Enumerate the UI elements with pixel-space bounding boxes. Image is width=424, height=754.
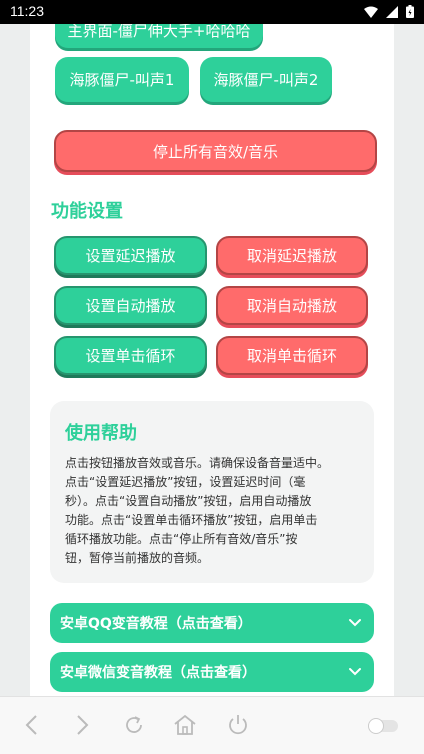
chevron-down-icon bbox=[349, 619, 361, 627]
status-time: 11:23 bbox=[10, 3, 44, 19]
set-auto-button[interactable]: 设置自动播放 bbox=[54, 286, 207, 325]
set-delay-button[interactable]: 设置延迟播放 bbox=[54, 236, 207, 275]
home-icon[interactable] bbox=[172, 713, 198, 737]
stop-all-button[interactable]: 停止所有音效/音乐 bbox=[54, 130, 377, 172]
power-icon[interactable] bbox=[226, 713, 250, 737]
help-body: 点击按钮播放音效或音乐。请确保设备音量适中。 点击“设置延迟播放”按钮，设置延迟… bbox=[65, 454, 361, 568]
chevron-down-icon bbox=[349, 668, 361, 676]
help-line: 功能。点击“设置单击循环播放”按钮，启用单击 bbox=[65, 513, 318, 527]
dolphin-sound-2-button[interactable]: 海豚僵尸-叫声2 bbox=[200, 57, 332, 102]
help-line: 点击按钮播放音效或音乐。请确保设备音量适中。 bbox=[65, 456, 330, 470]
cancel-auto-button[interactable]: 取消自动播放 bbox=[216, 286, 368, 325]
help-title: 使用帮助 bbox=[65, 423, 137, 444]
help-card: 使用帮助 点击按钮播放音效或音乐。请确保设备音量适中。 点击“设置延迟播放”按钮… bbox=[50, 401, 374, 583]
back-icon[interactable] bbox=[22, 713, 42, 737]
status-icons bbox=[364, 5, 414, 18]
help-line: 钮，暂停当前播放的音频。 bbox=[65, 551, 210, 565]
qq-tutorial-accordion[interactable]: 安卓QQ变音教程（点击查看） bbox=[50, 603, 374, 643]
wechat-tutorial-accordion[interactable]: 安卓微信变音教程（点击查看） bbox=[50, 652, 374, 692]
set-loop-button[interactable]: 设置单击循环 bbox=[54, 336, 207, 375]
forward-icon[interactable] bbox=[72, 713, 92, 737]
cancel-delay-button[interactable]: 取消延迟播放 bbox=[216, 236, 368, 275]
partial-sound-button[interactable]: 主界面-僵尸伸大手+哈哈哈 bbox=[55, 24, 263, 48]
status-bar: 11:23 bbox=[0, 0, 424, 24]
browser-nav-bar bbox=[0, 696, 424, 754]
section-title-features: 功能设置 bbox=[51, 201, 123, 222]
dolphin-sound-1-button[interactable]: 海豚僵尸-叫声1 bbox=[55, 57, 189, 102]
battery-icon bbox=[406, 5, 414, 18]
wifi-icon bbox=[364, 6, 378, 18]
help-line: 秒）。点击“设置自动播放”按钮，启用自动播放 bbox=[65, 494, 312, 508]
signal-icon bbox=[386, 5, 398, 18]
cancel-loop-button[interactable]: 取消单击循环 bbox=[216, 336, 368, 375]
help-line: 循环播放功能。点击“停止所有音效/音乐”按 bbox=[65, 532, 298, 546]
qq-tutorial-label: 安卓QQ变音教程（点击查看） bbox=[60, 616, 252, 632]
help-line: 点击“设置延迟播放”按钮，设置延迟时间（毫 bbox=[65, 475, 306, 489]
refresh-icon[interactable] bbox=[122, 713, 146, 737]
toggle-icon[interactable] bbox=[367, 717, 399, 735]
wechat-tutorial-label: 安卓微信变音教程（点击查看） bbox=[60, 665, 256, 681]
main-page: 主界面-僵尸伸大手+哈哈哈 海豚僵尸-叫声1 海豚僵尸-叫声2 停止所有音效/音… bbox=[30, 24, 394, 696]
